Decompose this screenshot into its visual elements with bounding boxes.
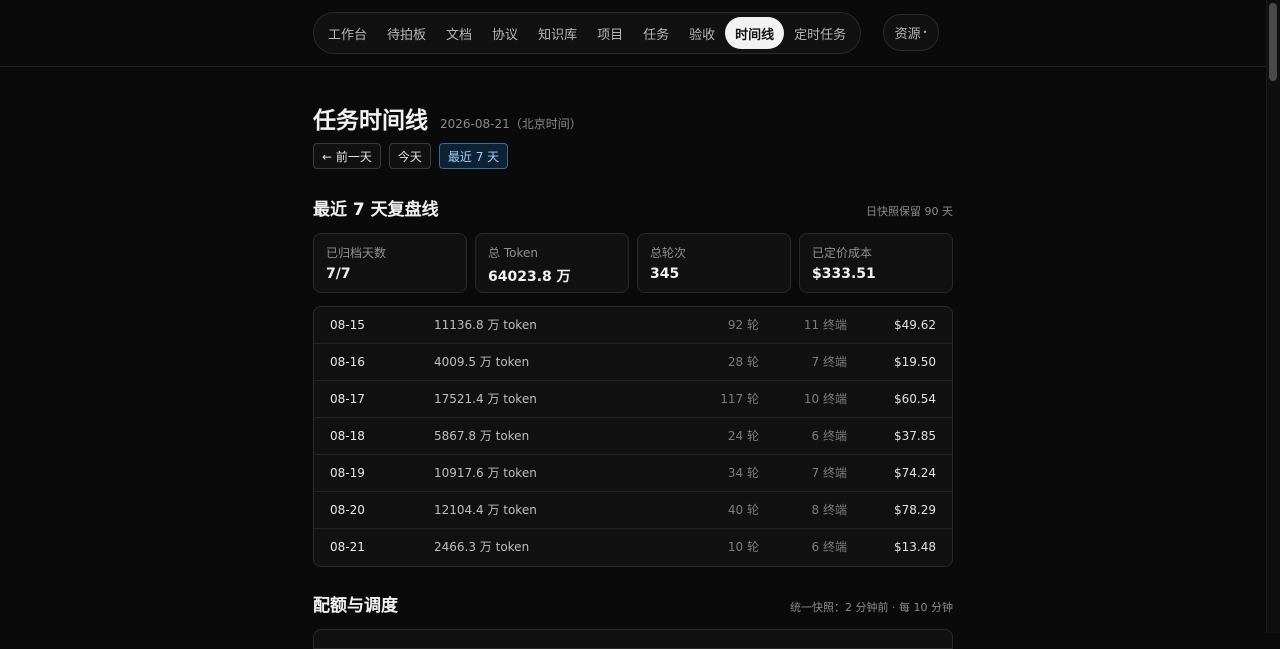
- row-cost: $60.54: [894, 392, 936, 406]
- row-tokens: 5867.8 万 token: [434, 429, 530, 443]
- date-nav-buttons: ← 前一天 今天 最近 7 天: [313, 143, 509, 169]
- row-tokens: 4009.5 万 token: [434, 355, 530, 369]
- table-row[interactable]: 08-17 17521.4 万 token 117 轮 10 终端 $60.54: [314, 381, 952, 418]
- page-date: 2026-08-21（北京时间）: [440, 117, 582, 131]
- stat-value: $333.51: [812, 266, 876, 282]
- nav-item-timeline[interactable]: 时间线: [725, 17, 785, 49]
- quota-snapshot-note: 统一快照：2 分钟前 · 每 10 分钟: [790, 601, 953, 614]
- summary-stats: 已归档天数 7/7 总 Token 64023.8 万 总轮次 345 已定价成…: [313, 233, 953, 293]
- stat-label: 已定价成本: [812, 246, 873, 260]
- stat-card-archived-days: 已归档天数 7/7: [313, 233, 467, 293]
- daily-review-table: 08-15 11136.8 万 token 92 轮 11 终端 $49.62 …: [313, 306, 953, 567]
- table-row[interactable]: 08-21 2466.3 万 token 10 轮 6 终端 $13.48: [314, 529, 952, 566]
- row-tokens: 17521.4 万 token: [434, 392, 537, 406]
- today-button[interactable]: 今天: [388, 143, 431, 169]
- row-rounds: 117 轮: [720, 392, 759, 406]
- stat-label: 已归档天数: [326, 246, 387, 260]
- table-row[interactable]: 08-20 12104.4 万 token 40 轮 8 终端 $78.29: [314, 492, 952, 529]
- row-rounds: 10 轮: [727, 540, 759, 554]
- row-terminals: 7 终端: [811, 466, 847, 480]
- row-terminals: 8 终端: [811, 503, 847, 517]
- row-cost: $37.85: [894, 429, 936, 443]
- resources-menu-button[interactable]: 资源 •: [883, 14, 939, 51]
- stat-label: 总 Token: [488, 246, 538, 260]
- table-row[interactable]: 08-18 5867.8 万 token 24 轮 6 终端 $37.85: [314, 418, 952, 455]
- page-header: 任务时间线 2026-08-21（北京时间）: [313, 101, 582, 135]
- row-cost: $78.29: [894, 503, 936, 517]
- row-rounds: 28 轮: [727, 355, 759, 369]
- row-cost: $19.50: [894, 355, 936, 369]
- row-cost: $49.62: [894, 318, 936, 332]
- nav-item-acceptance[interactable]: 验收: [679, 17, 725, 49]
- row-date: 08-20: [330, 503, 365, 517]
- last-7-days-button[interactable]: 最近 7 天: [438, 143, 509, 169]
- resources-label: 资源: [894, 27, 921, 42]
- stat-card-total-token: 总 Token 64023.8 万: [475, 233, 629, 293]
- row-terminals: 6 终端: [811, 429, 847, 443]
- scrollbar-thumb[interactable]: [1269, 3, 1277, 81]
- nav-item-projects[interactable]: 项目: [587, 17, 633, 49]
- row-rounds: 92 轮: [727, 318, 759, 332]
- row-rounds: 24 轮: [727, 429, 759, 443]
- page-scrollbar[interactable]: [1266, 0, 1280, 633]
- row-rounds: 34 轮: [727, 466, 759, 480]
- row-date: 08-18: [330, 429, 365, 443]
- stat-value: 7/7: [326, 266, 351, 282]
- row-tokens: 11136.8 万 token: [434, 318, 537, 332]
- nav-item-workbench[interactable]: 工作台: [318, 17, 377, 49]
- prev-day-button[interactable]: ← 前一天: [313, 143, 381, 169]
- top-navigation-bar: 工作台 待拍板 文档 协议 知识库 项目 任务 验收 时间线 定时任务 资源 •: [0, 0, 1266, 67]
- row-terminals: 6 终端: [811, 540, 847, 554]
- row-date: 08-15: [330, 318, 365, 332]
- stat-value: 345: [650, 266, 680, 282]
- table-row[interactable]: 08-16 4009.5 万 token 28 轮 7 终端 $19.50: [314, 344, 952, 381]
- stat-card-total-rounds: 总轮次 345: [637, 233, 791, 293]
- row-tokens: 10917.6 万 token: [434, 466, 537, 480]
- nav-item-scheduled-tasks[interactable]: 定时任务: [784, 17, 856, 49]
- quota-section-header: 配额与调度 统一快照：2 分钟前 · 每 10 分钟: [313, 591, 953, 616]
- quota-panel: [313, 629, 953, 649]
- chevron-dot-icon: •: [922, 28, 928, 37]
- review-retention-note: 日快照保留 90 天: [866, 205, 953, 218]
- nav-item-pending-decisions[interactable]: 待拍板: [377, 17, 436, 49]
- row-terminals: 10 终端: [803, 392, 847, 406]
- page-title: 任务时间线: [313, 108, 428, 134]
- stat-value: 64023.8 万: [488, 269, 571, 285]
- main-nav: 工作台 待拍板 文档 协议 知识库 项目 任务 验收 时间线 定时任务: [313, 12, 862, 54]
- table-row[interactable]: 08-15 11136.8 万 token 92 轮 11 终端 $49.62: [314, 307, 952, 344]
- row-tokens: 2466.3 万 token: [434, 540, 530, 554]
- row-tokens: 12104.4 万 token: [434, 503, 537, 517]
- stat-label: 总轮次: [650, 246, 687, 260]
- quota-section-title: 配额与调度: [313, 596, 398, 616]
- row-date: 08-19: [330, 466, 365, 480]
- row-date: 08-17: [330, 392, 365, 406]
- review-section-header: 最近 7 天复盘线 日快照保留 90 天: [313, 195, 953, 220]
- row-date: 08-21: [330, 540, 365, 554]
- nav-item-knowledge-base[interactable]: 知识库: [528, 17, 587, 49]
- table-row[interactable]: 08-19 10917.6 万 token 34 轮 7 终端 $74.24: [314, 455, 952, 492]
- row-cost: $74.24: [894, 466, 936, 480]
- row-date: 08-16: [330, 355, 365, 369]
- row-terminals: 7 终端: [811, 355, 847, 369]
- stat-card-priced-cost: 已定价成本 $333.51: [799, 233, 953, 293]
- nav-item-tasks[interactable]: 任务: [633, 17, 679, 49]
- row-terminals: 11 终端: [803, 318, 847, 332]
- row-cost: $13.48: [894, 540, 936, 554]
- nav-item-documents[interactable]: 文档: [436, 17, 482, 49]
- review-section-title: 最近 7 天复盘线: [313, 200, 439, 220]
- row-rounds: 40 轮: [727, 503, 759, 517]
- nav-item-protocols[interactable]: 协议: [482, 17, 528, 49]
